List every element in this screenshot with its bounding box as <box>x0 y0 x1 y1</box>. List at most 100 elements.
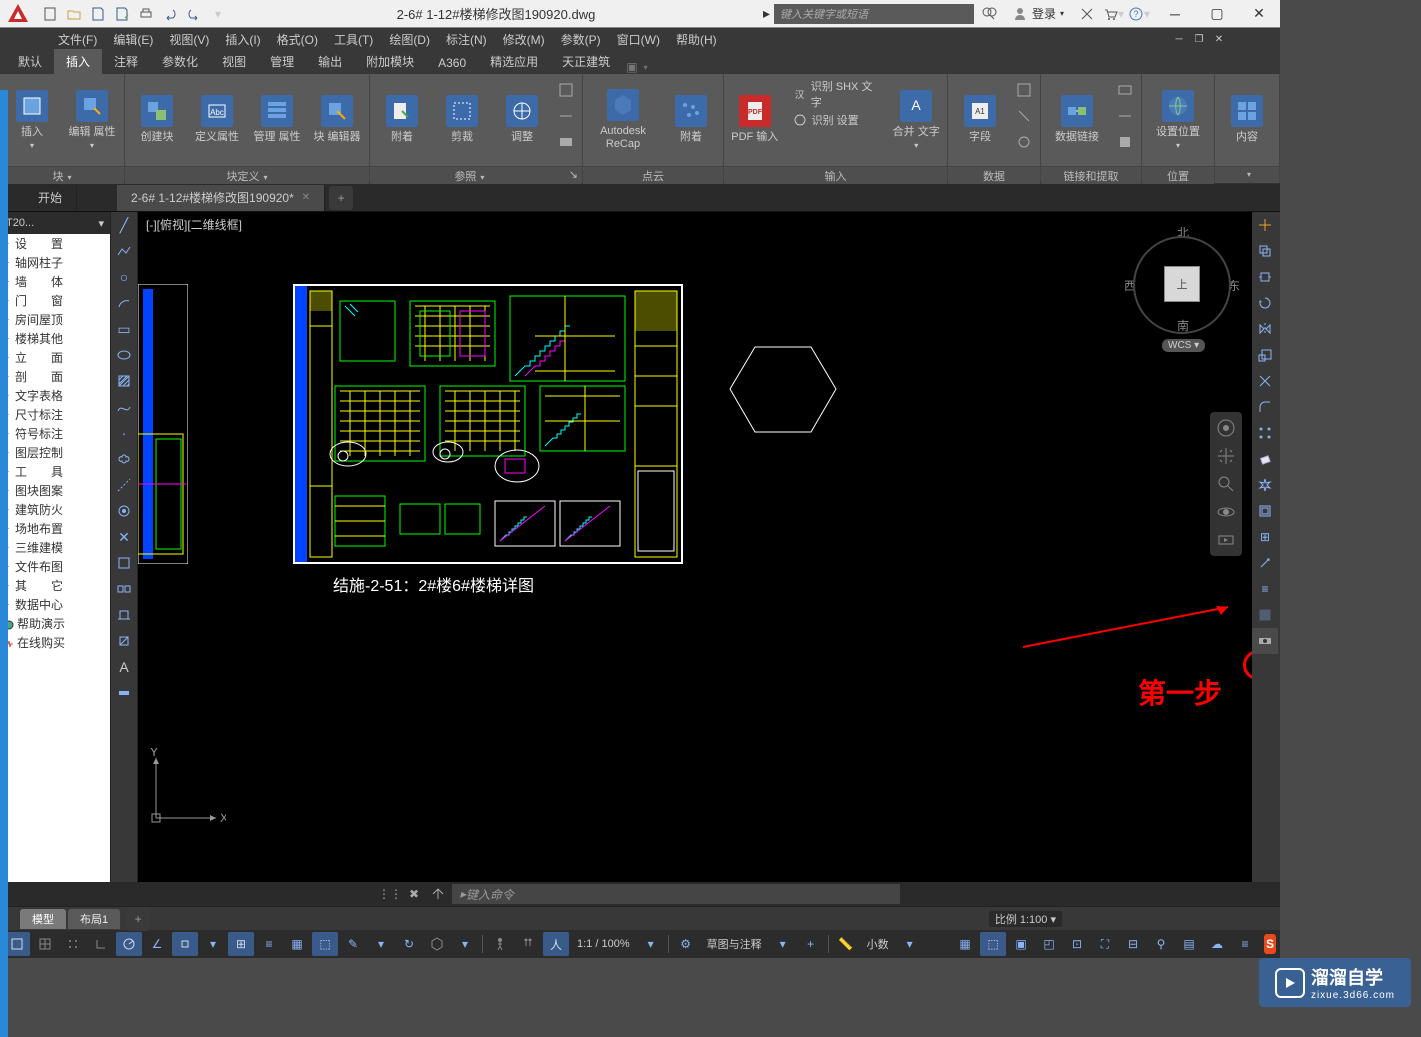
palette-item[interactable]: ▸图层控制 <box>0 443 110 462</box>
define-attribute-button[interactable]: Abc定义属性 <box>189 78 245 162</box>
tool-polyline[interactable] <box>111 238 137 264</box>
palette-item[interactable]: ▸文字表格 <box>0 386 110 405</box>
menu-insert[interactable]: 插入(I) <box>217 31 268 48</box>
status-transparency[interactable]: ▦ <box>284 932 310 956</box>
status-r7[interactable]: ⊟ <box>1120 932 1146 956</box>
data-small-3[interactable] <box>1012 130 1036 154</box>
tool-move[interactable] <box>1252 212 1278 238</box>
palette-item[interactable]: ▸墙 体 <box>0 272 110 291</box>
panel-launcher-icon[interactable]: ▣ <box>626 60 637 74</box>
model-tab[interactable]: 模型 <box>20 909 66 929</box>
tool-spline[interactable] <box>111 394 137 420</box>
doc-minimize[interactable]: ─ <box>1170 30 1188 48</box>
ribbon-tab-a360[interactable]: A360 <box>426 52 478 74</box>
palette-item[interactable]: ▸符号标注 <box>0 424 110 443</box>
palette-item[interactable]: ▸剖 面 <box>0 367 110 386</box>
datalink-button[interactable]: 数据链接 <box>1045 78 1109 162</box>
menu-edit[interactable]: 编辑(E) <box>105 31 161 48</box>
tool-copy[interactable] <box>1252 238 1278 264</box>
nav-pan-icon[interactable] <box>1214 444 1238 468</box>
status-osnap[interactable] <box>172 932 198 956</box>
tool-m4[interactable] <box>1252 602 1278 628</box>
tool-stretch[interactable] <box>1252 264 1278 290</box>
status-r6[interactable]: ⛶ <box>1092 932 1118 956</box>
status-3dosnap[interactable]: ▾ <box>200 932 226 956</box>
palette-item[interactable]: ▸房间屋顶 <box>0 310 110 329</box>
tool-more1[interactable] <box>111 498 137 524</box>
status-r5[interactable]: ⊡ <box>1064 932 1090 956</box>
qat-undo[interactable] <box>159 3 181 25</box>
status-plus[interactable]: + <box>798 932 824 956</box>
tool-mirror[interactable] <box>1252 316 1278 342</box>
palette-item[interactable]: ▸图块图案 <box>0 481 110 500</box>
cmdline-handle[interactable]: ⋮⋮ <box>380 884 400 904</box>
menu-parametric[interactable]: 参数(P) <box>553 31 609 48</box>
status-units-dd[interactable]: ▾ <box>897 932 923 956</box>
window-minimize[interactable]: ─ <box>1154 0 1196 28</box>
tool-text[interactable]: A <box>111 654 137 680</box>
status-workspace[interactable]: 草图与注释 <box>701 936 768 952</box>
status-dd[interactable]: ▾ <box>452 932 478 956</box>
status-anno[interactable]: 人 <box>543 932 569 956</box>
set-location-button[interactable]: 设置位置▾ <box>1146 78 1210 162</box>
palette-item[interactable]: ▸场地布置 <box>0 519 110 538</box>
palette-item[interactable]: ▸其 它 <box>0 576 110 595</box>
qat-open[interactable] <box>63 3 85 25</box>
nav-wheel-icon[interactable] <box>1214 416 1238 440</box>
status-zoom-dd[interactable]: ▾ <box>638 932 664 956</box>
tool-more2[interactable]: ✕ <box>111 524 137 550</box>
menu-help[interactable]: 帮助(H) <box>668 31 725 48</box>
tool-rect[interactable]: ▭ <box>111 316 137 342</box>
cart-icon[interactable]: ▾ <box>1102 3 1124 25</box>
status-walk2[interactable] <box>515 932 541 956</box>
palette-item[interactable]: ▸数据中心 <box>0 595 110 614</box>
status-grid[interactable] <box>32 932 58 956</box>
status-qp[interactable]: ✎ <box>340 932 366 956</box>
nav-zoom-icon[interactable] <box>1214 472 1238 496</box>
tool-hatch[interactable] <box>111 368 137 394</box>
ribbon-tab-featured[interactable]: 精选应用 <box>478 49 550 74</box>
status-lwt[interactable]: ≡ <box>256 932 282 956</box>
palette-item[interactable]: ▸立 面 <box>0 348 110 367</box>
qat-save[interactable] <box>87 3 109 25</box>
file-tab-add[interactable]: + <box>329 186 353 210</box>
status-clean[interactable]: ≡ <box>1232 932 1258 956</box>
tool-rotate[interactable] <box>1252 290 1278 316</box>
app-menu-button[interactable] <box>0 0 35 28</box>
viewport-controls[interactable]: [-][俯视][二维线框] <box>146 216 242 233</box>
xref-option-3[interactable] <box>554 130 578 154</box>
file-tab-start[interactable]: 开始 <box>24 185 77 211</box>
panel-title-ref[interactable]: 参照▾ ↘ <box>370 166 582 184</box>
qat-dropdown[interactable]: ▾ <box>207 3 229 25</box>
tool-more3[interactable] <box>111 550 137 576</box>
viewcube[interactable]: 北 南 东 西 上 WCS ▾ <box>1122 222 1242 352</box>
tool-m2[interactable] <box>1252 550 1278 576</box>
palette-item[interactable]: 在线购买 <box>0 633 110 652</box>
nav-orbit-icon[interactable] <box>1214 500 1238 524</box>
tool-erase[interactable] <box>1252 446 1278 472</box>
nav-showmotion-icon[interactable] <box>1214 528 1238 552</box>
adjust-xref-button[interactable]: 调整 <box>494 78 550 162</box>
window-close[interactable]: ✕ <box>1238 0 1280 28</box>
ribbon-tab-tangent[interactable]: 天正建筑 <box>550 49 622 74</box>
add-layout-tab[interactable]: + <box>126 907 150 931</box>
tool-m3[interactable]: ≡ <box>1252 576 1278 602</box>
status-otrack[interactable]: ⊞ <box>228 932 254 956</box>
status-r1[interactable]: ▦ <box>952 932 978 956</box>
status-3d[interactable] <box>424 932 450 956</box>
attach-xref-button[interactable]: 附着 <box>374 78 430 162</box>
attach-pc-button[interactable]: 附着 <box>663 78 719 162</box>
tool-more4[interactable] <box>111 576 137 602</box>
palette-item[interactable]: ▸轴网柱子 <box>0 253 110 272</box>
menu-tools[interactable]: 工具(T) <box>326 31 381 48</box>
command-input[interactable]: ▸ 键入命令 <box>452 884 900 904</box>
window-maximize[interactable]: ▢ <box>1196 0 1238 28</box>
tool-scale[interactable] <box>1252 342 1278 368</box>
status-iso[interactable]: ∠ <box>144 932 170 956</box>
palette-item[interactable]: ▸楼梯其他 <box>0 329 110 348</box>
block-editor-button[interactable]: 块 编辑器 <box>309 78 365 162</box>
status-r9[interactable]: ▤ <box>1176 932 1202 956</box>
pdf-import-button[interactable]: PDFPDF 输入 <box>728 78 782 162</box>
field-button[interactable]: A1字段 <box>952 78 1008 162</box>
ribbon-tab-view[interactable]: 视图 <box>210 49 258 74</box>
